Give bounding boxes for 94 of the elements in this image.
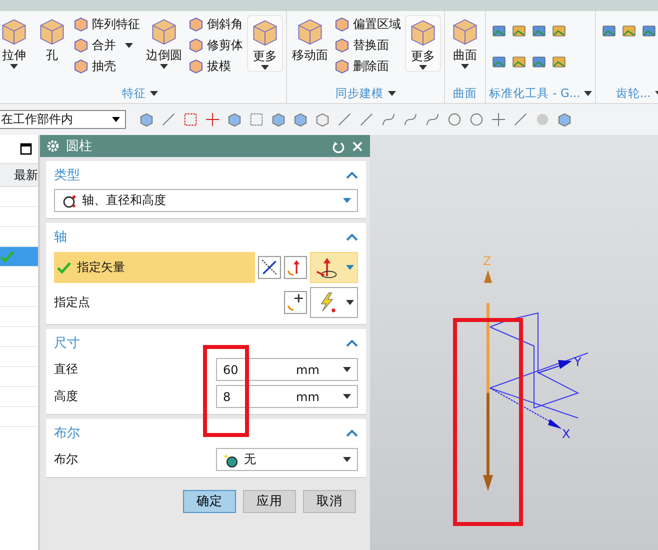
line-icon[interactable]: [513, 112, 528, 127]
caret-icon: [261, 65, 269, 70]
settings-icon[interactable]: [46, 139, 60, 153]
filter-icon[interactable]: [183, 112, 198, 127]
ribbon-button[interactable]: 替换面: [334, 36, 401, 54]
ribbon-button[interactable]: 抽壳: [73, 57, 140, 75]
chevron-icon[interactable]: [346, 339, 358, 347]
tool-icon[interactable]: [491, 54, 507, 70]
tool-icon[interactable]: [551, 23, 567, 39]
caret-icon: [346, 300, 354, 305]
close-icon[interactable]: [351, 140, 364, 152]
ribbon-button[interactable]: 边倒圆: [144, 15, 184, 70]
maximize-icon[interactable]: [20, 143, 32, 155]
caret-icon: [343, 394, 351, 399]
spline-icon[interactable]: [403, 112, 418, 127]
dialog-button[interactable]: 取消: [303, 490, 356, 513]
dialog-button[interactable]: 应用: [243, 490, 296, 513]
field-label: 指定点: [54, 294, 91, 311]
chevron-icon[interactable]: [346, 429, 358, 437]
tool-icon[interactable]: [601, 23, 618, 39]
section-title: 布尔: [54, 425, 80, 442]
circle-icon[interactable]: [469, 112, 484, 127]
crosshair-icon[interactable]: [205, 112, 220, 127]
ribbon-button[interactable]: 偏置区域: [334, 15, 401, 33]
ribbon-button[interactable]: 更多: [405, 15, 441, 72]
point-type-dropdown[interactable]: [310, 287, 358, 318]
tool-icon[interactable]: [511, 23, 527, 39]
ribbon-button[interactable]: 合并: [73, 36, 140, 54]
specify-vector-row[interactable]: 指定矢量: [54, 252, 255, 283]
tool-icon[interactable]: [531, 54, 547, 70]
point-dialog-button[interactable]: [284, 291, 307, 314]
caret-icon: [10, 64, 18, 69]
caret-icon[interactable]: [150, 90, 158, 96]
ribbon-button[interactable]: 拔模: [188, 57, 243, 75]
section-title: 类型: [54, 167, 80, 184]
chevron-icon[interactable]: [346, 233, 358, 241]
caret-icon: [112, 117, 120, 122]
ribbon-button[interactable]: 修剪体: [188, 36, 243, 54]
ribbon-button[interactable]: 曲面: [448, 15, 482, 70]
tree-row[interactable]: [0, 247, 38, 267]
tool-icon[interactable]: [641, 23, 658, 39]
caret-icon[interactable]: [584, 90, 592, 96]
caret-icon: [346, 265, 354, 270]
column-header[interactable]: 最新: [0, 163, 38, 187]
axis-arrow-icon: [314, 256, 338, 280]
tool-icon[interactable]: [511, 54, 527, 70]
caret-icon: [125, 42, 133, 48]
boolean-dropdown[interactable]: 无: [216, 448, 358, 471]
plus-icon[interactable]: [491, 112, 506, 127]
caret-icon: [343, 198, 351, 203]
select-box-icon[interactable]: [249, 112, 264, 127]
field-label: 布尔: [54, 451, 79, 468]
arc-icon[interactable]: [425, 112, 440, 127]
tool-icon[interactable]: [551, 54, 567, 70]
tool-icon[interactable]: [531, 23, 547, 39]
selection-scope-dropdown[interactable]: 在工作部件内: [0, 110, 126, 129]
ribbon-button[interactable]: 孔: [35, 15, 69, 63]
ribbon-button[interactable]: 拉伸: [0, 15, 31, 70]
type-dropdown[interactable]: 轴、直径和高度: [54, 189, 358, 212]
caret-icon: [343, 457, 351, 462]
section-title: 尺寸: [54, 335, 80, 352]
dialog-title: 圆柱: [66, 138, 93, 155]
chevron-icon[interactable]: [346, 171, 358, 179]
cylinder-type-icon: [61, 192, 77, 208]
caret-icon: [160, 64, 168, 69]
caret-icon: [419, 65, 427, 70]
dialog-button[interactable]: 确定: [183, 490, 236, 513]
curve-icon[interactable]: [381, 112, 396, 127]
ribbon-button[interactable]: 阵列特征: [73, 15, 140, 33]
line-icon[interactable]: [161, 112, 176, 127]
check-icon: [0, 250, 14, 262]
caret-icon[interactable]: [388, 90, 396, 96]
reverse-direction-button[interactable]: [258, 256, 281, 279]
tool-icon[interactable]: [621, 23, 638, 39]
tool-icon[interactable]: [491, 23, 507, 39]
dimension-field[interactable]: 60 mm: [216, 358, 358, 381]
reset-icon[interactable]: [332, 140, 345, 152]
dimension-field[interactable]: 8 mm: [216, 385, 358, 408]
coordinate-triad-drawing: Z Y X: [438, 243, 598, 533]
ribbon-button[interactable]: 移动面: [290, 15, 330, 63]
sphere-icon: [223, 452, 239, 468]
section-title: 轴: [54, 229, 67, 246]
caret-icon: [343, 367, 351, 372]
vector-dialog-button[interactable]: [284, 256, 307, 279]
field-label: 高度: [54, 388, 79, 405]
field-label: 直径: [54, 361, 79, 378]
ribbon-button[interactable]: 更多: [247, 15, 283, 72]
ribbon-button[interactable]: 倒斜角: [188, 15, 243, 33]
caret-icon: [461, 64, 469, 69]
circle-icon[interactable]: [447, 112, 462, 127]
line-icon[interactable]: [359, 112, 374, 127]
vector-type-dropdown[interactable]: [310, 252, 358, 283]
line-icon[interactable]: [337, 112, 352, 127]
ribbon-button[interactable]: 删除面: [334, 57, 401, 75]
